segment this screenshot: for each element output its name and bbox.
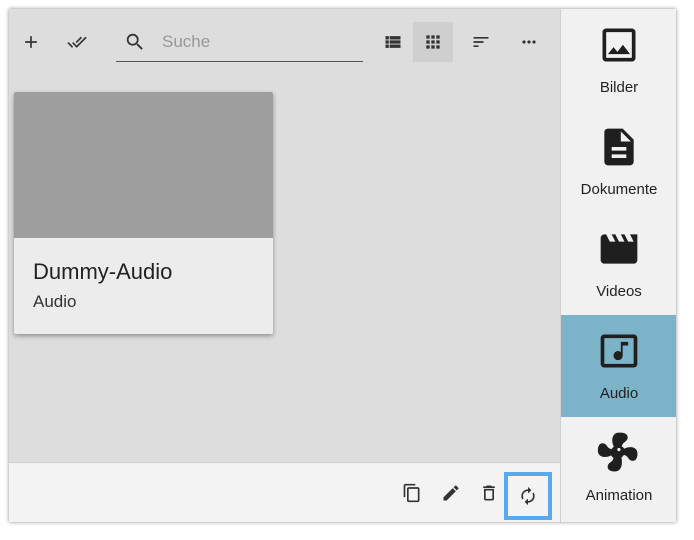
select-all-button[interactable] <box>57 22 97 62</box>
plus-icon <box>25 36 37 48</box>
list-view-button[interactable] <box>373 22 413 62</box>
search-field <box>116 23 363 62</box>
sidebar-item-animation[interactable]: Animation <box>561 417 676 519</box>
document-icon <box>604 128 634 166</box>
media-library-window: Dummy-Audio Audio Bilder Dokumente Video… <box>9 9 676 522</box>
card-title: Dummy-Audio <box>33 259 173 284</box>
list-view-icon <box>385 36 401 48</box>
edit-icon <box>443 485 459 501</box>
sidebar-item-label: Bilder <box>599 79 639 96</box>
double-check-icon <box>67 36 87 48</box>
toolbar <box>9 9 560 73</box>
category-sidebar: Bilder Dokumente Videos Audio Animation <box>560 9 676 522</box>
sidebar-item-videos[interactable]: Videos <box>561 213 676 315</box>
search-icon <box>126 33 143 50</box>
sidebar-item-label: Videos <box>596 283 642 300</box>
grid-view-button[interactable] <box>413 22 453 62</box>
more-options-button[interactable] <box>509 22 549 62</box>
sidebar-item-label: Dokumente <box>580 181 658 198</box>
sidebar-item-label: Audio <box>599 385 639 402</box>
delete-button[interactable] <box>471 475 507 511</box>
animation-icon <box>597 432 638 472</box>
sidebar-item-bilder[interactable]: Bilder <box>561 9 676 111</box>
sort-icon <box>473 37 489 47</box>
card-subtitle: Audio <box>33 292 77 311</box>
image-icon <box>602 28 636 62</box>
copy-button[interactable] <box>394 475 430 511</box>
video-icon <box>600 234 638 264</box>
search-input[interactable] <box>160 31 354 53</box>
sidebar-item-label: Animation <box>585 487 653 504</box>
media-card[interactable]: Dummy-Audio Audio <box>14 92 273 334</box>
card-thumbnail <box>14 92 273 238</box>
sidebar-item-dokumente[interactable]: Dokumente <box>561 111 676 213</box>
sort-button[interactable] <box>461 22 501 62</box>
copy-icon <box>403 483 420 503</box>
more-horizontal-icon <box>522 40 536 44</box>
audio-icon <box>600 334 638 368</box>
replace-button[interactable] <box>504 472 552 520</box>
delete-icon <box>483 485 495 501</box>
sidebar-item-audio[interactable]: Audio <box>561 315 676 417</box>
edit-button[interactable] <box>433 475 469 511</box>
grid-view-icon <box>426 35 440 49</box>
action-bar <box>9 462 560 522</box>
add-button[interactable] <box>11 22 51 62</box>
replace-icon <box>521 486 535 506</box>
